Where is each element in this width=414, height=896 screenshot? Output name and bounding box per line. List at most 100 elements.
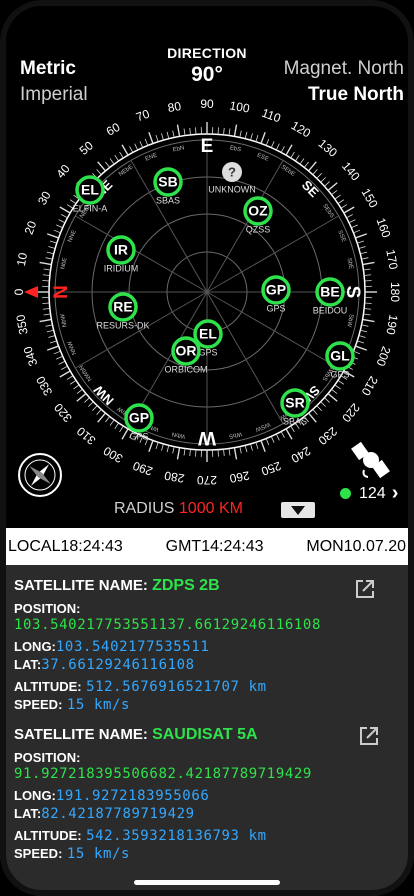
dial-tick [334, 194, 341, 200]
degree-label: 200 [373, 344, 393, 368]
dial-tick [97, 412, 106, 423]
satellite-count: 124 [359, 484, 386, 502]
dial-tick [46, 329, 54, 333]
dial-tick [109, 419, 115, 426]
dial-tick [233, 124, 238, 137]
satellite-label: UNKNOWN [208, 184, 256, 194]
compass-point-label: NNW [67, 340, 78, 356]
satellite-label: ELFIN-A [73, 203, 108, 213]
time-bar: LOCAL18:24:43 GMT14:24:43 MON10.07.20 [0, 528, 414, 565]
dial-tick [176, 124, 181, 137]
dial-tick [114, 422, 119, 430]
compass-point-label: WbN [172, 430, 186, 438]
open-external-icon[interactable] [358, 725, 380, 747]
dial-tick [324, 181, 330, 187]
degree-label: 140 [339, 159, 363, 184]
compass-point-label: SbE [346, 257, 354, 269]
dial-tick [96, 169, 102, 175]
altitude-label: ALTITUDE: [14, 828, 82, 843]
radius-label: RADIUS [114, 500, 175, 517]
dial-tick [58, 219, 66, 224]
dial-tick [161, 443, 164, 451]
dial-tick [275, 143, 280, 151]
dial-tick [265, 138, 270, 146]
dial-tick [355, 233, 367, 239]
dial-tick [59, 206, 71, 214]
open-external-icon[interactable] [354, 578, 376, 600]
dial-tick [119, 425, 124, 433]
dial-tick [334, 384, 341, 390]
dial-tick [59, 370, 71, 378]
dial-tick [361, 324, 369, 327]
speed-value: 15 km/s [66, 697, 131, 713]
satellite-name-row: SATELLITE NAME: SAUDISAT 5A [14, 726, 312, 743]
satellite-label: RESURS-DK [96, 320, 149, 330]
dial-tick [364, 274, 372, 276]
cardinal-label-n: N [51, 285, 72, 299]
dial-tick [244, 445, 248, 453]
compass-point-label: EbN [172, 145, 185, 153]
satellite-code: SR [285, 395, 304, 411]
chevron-right-icon: › [391, 482, 399, 504]
dial-tick [331, 190, 338, 196]
dial-tick [331, 388, 338, 394]
dial-tick [45, 257, 53, 260]
satellite-marker[interactable]: BE BEIDOU [313, 277, 348, 315]
satellite-count-button[interactable]: 124 › [340, 482, 398, 505]
dial-tick [166, 131, 170, 139]
satellite-marker[interactable]: GP GPS [261, 275, 291, 313]
dial-tick [362, 318, 375, 323]
dial-tick [48, 335, 56, 338]
satellite-label: GPS [330, 369, 349, 379]
degree-label: 40 [53, 161, 73, 180]
satellite-marker[interactable]: ? UNKNOWN [208, 162, 256, 194]
position-value: 103.540217753551137.66129246116108 [14, 617, 321, 633]
device-notch [92, 0, 322, 33]
dial-tick [250, 133, 253, 141]
satellite-view-button[interactable] [350, 440, 392, 482]
satellite-marker[interactable]: OZ QZSS [243, 196, 273, 234]
lat-value: 37.66129246116108 [41, 657, 195, 673]
satellite-name-label: SATELLITE NAME: [14, 726, 148, 743]
app-screen: Metric Imperial DIRECTION 90° Magnet. No… [0, 0, 414, 896]
radius-dropdown-button[interactable] [281, 502, 315, 518]
satellite-name-label: SATELLITE NAME: [14, 577, 148, 594]
degree-label: 250 [259, 458, 283, 478]
dial-tick [58, 360, 66, 365]
satellite-marker[interactable]: SR SBAS [280, 388, 310, 426]
satellite-marker[interactable]: SB SBAS [153, 167, 183, 205]
dial-tick [69, 380, 77, 385]
degree-label: 50 [77, 138, 96, 158]
dial-tick [363, 313, 371, 316]
satellite-details-panel[interactable]: SATELLITE NAME: ZDPS 2B POSITION: 103.54… [0, 565, 414, 896]
dial-tick [358, 335, 366, 338]
dial-tick [172, 446, 175, 454]
home-indicator[interactable] [134, 880, 280, 885]
degree-label: 110 [260, 106, 283, 126]
degree-label: 230 [315, 424, 340, 448]
satellite-code: IR [114, 242, 128, 258]
satellite-marker[interactable]: EL ELFIN-A [73, 175, 108, 213]
dial-tick [105, 161, 111, 168]
dial-tick [73, 384, 80, 390]
dial-tick [270, 141, 275, 148]
degree-label: 30 [35, 189, 54, 208]
radius-readout: RADIUS 1000 KM [114, 500, 243, 518]
altitude-label: ALTITUDE: [14, 679, 82, 694]
satellite-marker[interactable]: RE RESURS-DK [96, 292, 150, 330]
dial-tick [244, 131, 248, 139]
satellite-marker[interactable]: IR IRIDIUM [104, 235, 139, 273]
satellite-marker[interactable]: GP GPS [124, 403, 154, 441]
satellite-code: GP [266, 282, 286, 298]
satellite-marker[interactable]: GL GPS [325, 341, 355, 379]
speed-label: SPEED: [14, 697, 63, 712]
compass-button[interactable] [18, 453, 62, 497]
dial-tick [316, 173, 322, 179]
dial-tick [189, 449, 191, 457]
dial-tick [327, 182, 338, 191]
dial-tick [119, 151, 124, 159]
degree-label: 210 [358, 374, 380, 399]
dial-tick [53, 350, 61, 355]
dial-tick [324, 397, 330, 403]
date: MON10.07.20 [306, 537, 406, 555]
